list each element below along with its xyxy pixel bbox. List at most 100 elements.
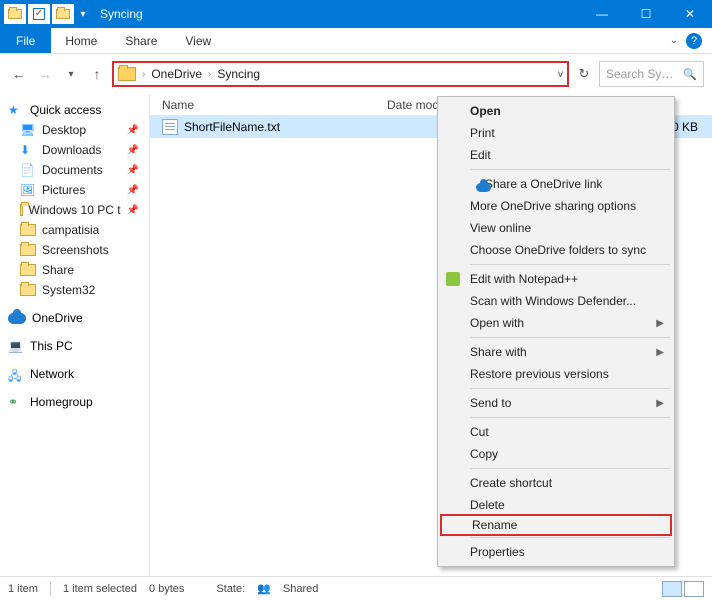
menu-open-with[interactable]: Open with▶ bbox=[440, 312, 672, 334]
column-name[interactable]: Name bbox=[162, 98, 387, 112]
close-button[interactable]: ✕ bbox=[668, 0, 712, 28]
menu-view-online[interactable]: View online bbox=[440, 217, 672, 239]
quick-access-group[interactable]: ★ Quick access bbox=[0, 100, 149, 120]
desktop-icon: 🖥 bbox=[20, 123, 36, 137]
shared-icon: 👥 bbox=[257, 582, 271, 595]
window-title: Syncing bbox=[90, 7, 143, 21]
qat-properties-checkbox[interactable] bbox=[28, 4, 50, 24]
qat-newfolder-icon[interactable] bbox=[52, 4, 74, 24]
menu-restore-versions[interactable]: Restore previous versions bbox=[440, 363, 672, 385]
folder-icon bbox=[20, 264, 36, 276]
quick-access-label: Quick access bbox=[30, 103, 101, 117]
folder-icon bbox=[20, 284, 36, 296]
share-tab[interactable]: Share bbox=[111, 28, 171, 53]
breadcrumb-sep: › bbox=[142, 69, 145, 80]
downloads-icon: ⬇ bbox=[20, 143, 36, 157]
menu-create-shortcut[interactable]: Create shortcut bbox=[440, 472, 672, 494]
address-bar[interactable]: › OneDrive › Syncing v bbox=[112, 61, 569, 87]
context-menu: Open Print Edit Share a OneDrive link Mo… bbox=[437, 96, 675, 567]
forward-button[interactable]: → bbox=[34, 63, 56, 85]
breadcrumb-syncing[interactable]: Syncing bbox=[217, 67, 260, 81]
sidebar-item-pictures[interactable]: 🖼Pictures📌 bbox=[0, 180, 149, 200]
sidebar-item-system32[interactable]: System32 bbox=[0, 280, 149, 300]
menu-share-with[interactable]: Share with▶ bbox=[440, 341, 672, 363]
network-icon: 🖧 bbox=[8, 367, 24, 381]
menu-separator bbox=[470, 537, 670, 538]
status-item-count: 1 item bbox=[8, 583, 38, 595]
text-file-icon bbox=[162, 119, 178, 135]
status-selected: 1 item selected bbox=[63, 583, 137, 595]
sidebar-item-downloads[interactable]: ⬇Downloads📌 bbox=[0, 140, 149, 160]
homegroup-icon: ⚭ bbox=[8, 395, 24, 409]
ribbon-collapse-chevron[interactable]: ⌄ bbox=[670, 35, 678, 46]
menu-open[interactable]: Open bbox=[440, 100, 672, 122]
menu-separator bbox=[470, 417, 670, 418]
maximize-button[interactable]: ☐ bbox=[624, 0, 668, 28]
sidebar-item-share[interactable]: Share bbox=[0, 260, 149, 280]
submenu-arrow-icon: ▶ bbox=[656, 318, 664, 329]
home-tab[interactable]: Home bbox=[51, 28, 111, 53]
menu-delete[interactable]: Delete bbox=[440, 494, 672, 516]
pin-icon: 📌 bbox=[127, 145, 143, 156]
minimize-button[interactable]: — bbox=[580, 0, 624, 28]
sidebar-item-win10pc[interactable]: Windows 10 PC t📌 bbox=[0, 200, 149, 220]
menu-rename[interactable]: Rename bbox=[440, 514, 672, 536]
status-bar: 1 item 1 item selected 0 bytes State: 👥 … bbox=[0, 576, 712, 600]
breadcrumb-onedrive[interactable]: OneDrive bbox=[151, 67, 202, 81]
menu-copy[interactable]: Copy bbox=[440, 443, 672, 465]
menu-separator bbox=[470, 264, 670, 265]
sidebar-item-desktop[interactable]: 🖥Desktop📌 bbox=[0, 120, 149, 140]
menu-separator bbox=[470, 169, 670, 170]
menu-choose-sync[interactable]: Choose OneDrive folders to sync bbox=[440, 239, 672, 261]
menu-print[interactable]: Print bbox=[440, 122, 672, 144]
qat-customize-chevron[interactable]: ▾ bbox=[76, 9, 90, 20]
view-tab[interactable]: View bbox=[171, 28, 225, 53]
sidebar-homegroup[interactable]: ⚭Homegroup bbox=[0, 392, 149, 412]
menu-separator bbox=[470, 468, 670, 469]
menu-share-onedrive-link[interactable]: Share a OneDrive link bbox=[440, 173, 672, 195]
large-icons-view-button[interactable] bbox=[684, 581, 704, 597]
help-button[interactable]: ? bbox=[686, 33, 702, 49]
sidebar-item-campatisia[interactable]: campatisia bbox=[0, 220, 149, 240]
search-placeholder: Search Sy… bbox=[606, 67, 673, 81]
menu-more-onedrive-sharing[interactable]: More OneDrive sharing options bbox=[440, 195, 672, 217]
status-state-label: State: bbox=[216, 583, 245, 595]
address-folder-icon bbox=[118, 67, 136, 81]
folder-icon bbox=[20, 244, 36, 256]
folder-icon bbox=[20, 204, 23, 216]
menu-send-to[interactable]: Send to▶ bbox=[440, 392, 672, 414]
pictures-icon: 🖼 bbox=[20, 183, 36, 197]
sidebar-onedrive[interactable]: OneDrive bbox=[0, 308, 149, 328]
sidebar-item-documents[interactable]: 📄Documents📌 bbox=[0, 160, 149, 180]
sidebar-thispc[interactable]: 💻This PC bbox=[0, 336, 149, 356]
refresh-button[interactable]: ↻ bbox=[573, 63, 595, 85]
up-button[interactable]: ↑ bbox=[86, 63, 108, 85]
sidebar-item-screenshots[interactable]: Screenshots bbox=[0, 240, 149, 260]
notepadpp-icon bbox=[446, 272, 460, 286]
pin-icon: 📌 bbox=[127, 185, 143, 196]
menu-edit-notepadpp[interactable]: Edit with Notepad++ bbox=[440, 268, 672, 290]
address-dropdown[interactable]: v bbox=[558, 69, 563, 80]
search-input[interactable]: Search Sy… 🔍 bbox=[599, 61, 704, 87]
sidebar-network[interactable]: 🖧Network bbox=[0, 364, 149, 384]
documents-icon: 📄 bbox=[20, 163, 36, 177]
details-view-button[interactable] bbox=[662, 581, 682, 597]
status-bytes: 0 bytes bbox=[149, 583, 184, 595]
recent-locations-button[interactable]: ▾ bbox=[60, 63, 82, 85]
menu-edit[interactable]: Edit bbox=[440, 144, 672, 166]
menu-cut[interactable]: Cut bbox=[440, 421, 672, 443]
pin-icon: 📌 bbox=[127, 165, 143, 176]
file-list-pane: Name Date modified Type Size ShortFileNa… bbox=[150, 94, 712, 576]
back-button[interactable]: ← bbox=[8, 63, 30, 85]
folder-icon bbox=[20, 224, 36, 236]
onedrive-icon bbox=[476, 183, 491, 192]
ribbon-right: ⌄ ? bbox=[670, 28, 712, 53]
breadcrumb-sep: › bbox=[208, 69, 211, 80]
pin-icon: 📌 bbox=[127, 205, 143, 216]
menu-properties[interactable]: Properties bbox=[440, 541, 672, 563]
qat-folder-icon[interactable] bbox=[4, 4, 26, 24]
menu-scan-defender[interactable]: Scan with Windows Defender... bbox=[440, 290, 672, 312]
file-tab[interactable]: File bbox=[0, 28, 51, 53]
quick-access-toolbar: ▾ bbox=[0, 4, 90, 24]
star-icon: ★ bbox=[8, 103, 24, 117]
